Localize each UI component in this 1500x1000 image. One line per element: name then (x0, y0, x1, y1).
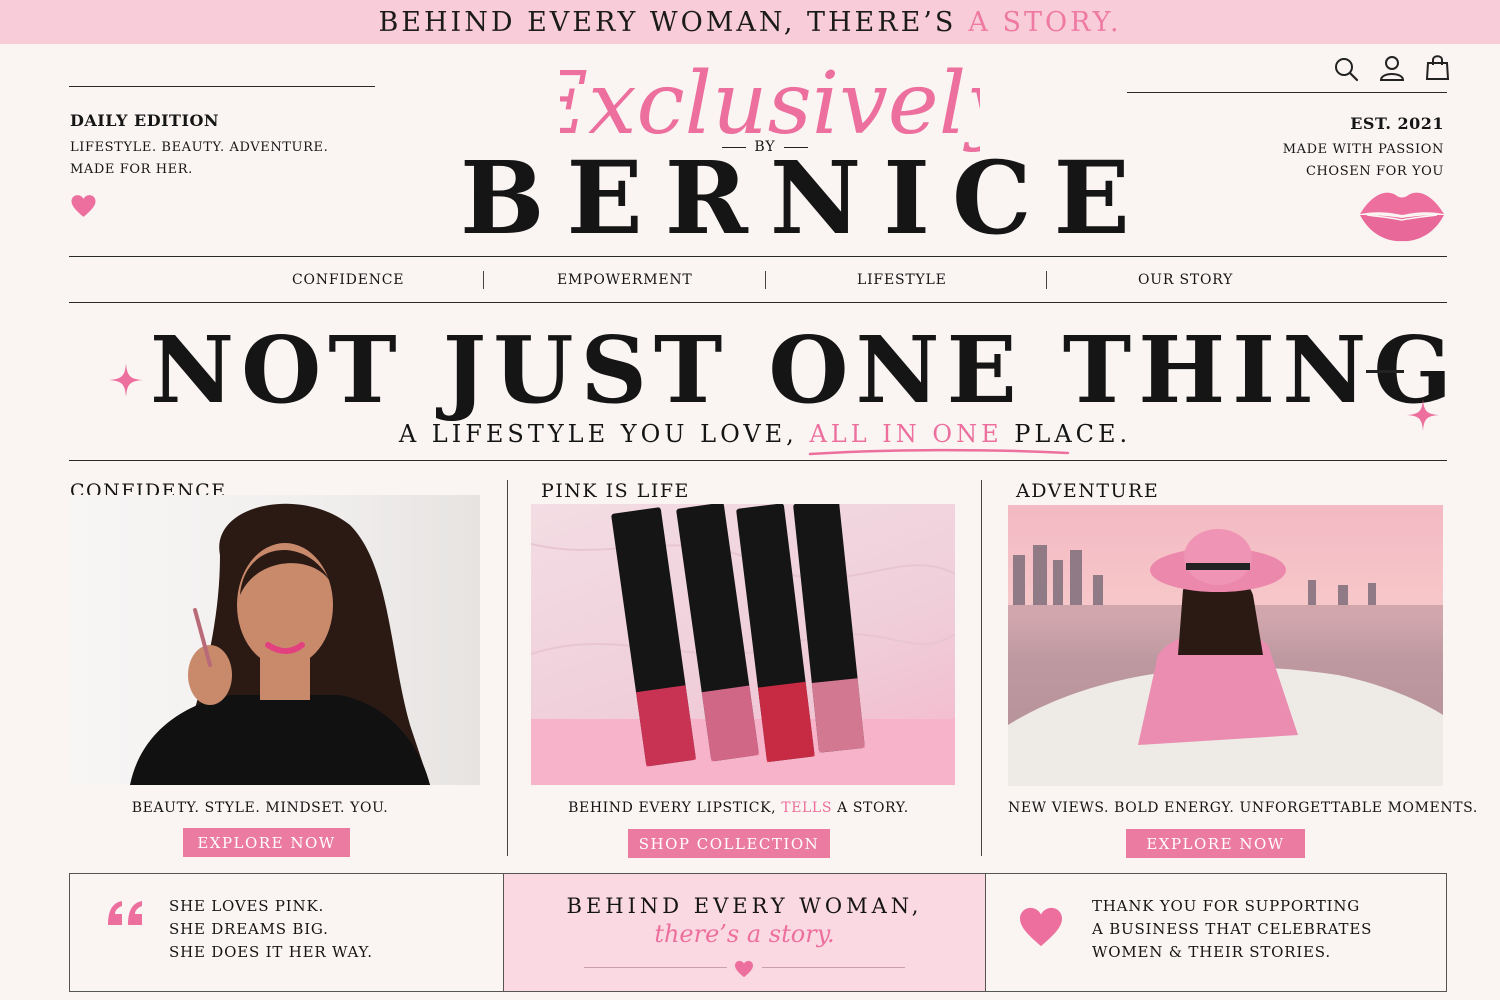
quote-line: SHE LOVES PINK. (169, 897, 325, 915)
search-icon[interactable] (1333, 56, 1359, 82)
nav-confidence[interactable]: CONFIDENCE (292, 272, 404, 288)
lipstick-collection-photo[interactable] (531, 504, 955, 785)
logo-bernice: BERNICE (460, 139, 1152, 257)
quote-line: SHE DREAMS BIG. (169, 920, 329, 938)
caption-pink-is-life: BEHIND EVERY LIPSTICK, TELLS A STORY. (531, 800, 946, 816)
top-banner: BEHIND EVERY WOMAN, THERE’S A STORY. (0, 0, 1500, 44)
column-divider (981, 480, 982, 856)
nav-separator (483, 271, 484, 289)
right-tagline-2: CHOSEN FOR YOU (1305, 164, 1444, 179)
nav-separator (765, 271, 766, 289)
footer-center-script: there’s a story. (654, 920, 835, 948)
sub-highlight: ALL IN ONE (809, 420, 1003, 448)
sub-after: PLACE. (1014, 420, 1132, 448)
lipsticks-illustration (531, 504, 955, 785)
footer-panel: SHE LOVES PINK. SHE DREAMS BIG. SHE DOES… (69, 873, 1447, 992)
daily-edition-label: DAILY EDITION (70, 111, 219, 130)
caption-after: A STORY. (837, 800, 909, 816)
quote-lines: SHE LOVES PINK. SHE DREAMS BIG. SHE DOES… (169, 895, 373, 964)
est-label: EST. 2021 (1350, 114, 1444, 133)
adventure-photo[interactable] (1008, 505, 1443, 786)
nav-bottom-rule (69, 302, 1447, 303)
hero-headline: NOT JUST ONE THING (150, 316, 1459, 424)
caption-before: BEHIND EVERY LIPSTICK, (568, 800, 777, 816)
sparkle-icon (109, 363, 143, 397)
quote-icon (108, 901, 142, 925)
footer-center-title: BEHIND EVERY WOMAN, (566, 894, 923, 918)
boat-illustration (1008, 529, 1443, 786)
nav-empowerment[interactable]: EMPOWERMENT (557, 272, 693, 288)
lips-icon (1360, 192, 1444, 242)
thanks-lines: THANK YOU FOR SUPPORTING A BUSINESS THAT… (1092, 895, 1372, 964)
headline-dash (1366, 370, 1404, 373)
left-tagline-2: MADE FOR HER. (70, 162, 193, 177)
footer-divider-right (762, 967, 905, 968)
footer-center-cell: BEHIND EVERY WOMAN, there’s a story. (503, 874, 986, 991)
heart-icon-large (1020, 907, 1062, 947)
col-title-pink-is-life: PINK IS LIFE (541, 480, 690, 502)
sub-before: A LIFESTYLE YOU LOVE, (398, 420, 798, 448)
col-title-adventure: ADVENTURE (1016, 480, 1160, 502)
footer-divider-left (584, 967, 727, 968)
thanks-line: WOMEN & THEIR STORIES. (1092, 943, 1331, 961)
small-heart-icon (735, 960, 753, 978)
user-icon[interactable] (1379, 55, 1405, 82)
shop-collection-button[interactable]: SHOP COLLECTION (628, 829, 830, 858)
thanks-line: THANK YOU FOR SUPPORTING (1092, 897, 1361, 915)
banner-text: BEHIND EVERY WOMAN, THERE’S (378, 6, 957, 38)
portrait-illustration (130, 503, 430, 785)
nav-top-rule (69, 256, 1447, 257)
sparkle-icon-right (1406, 398, 1440, 432)
nav-lifestyle[interactable]: LIFESTYLE (857, 272, 947, 288)
explore-now-button-adventure[interactable]: EXPLORE NOW (1126, 829, 1305, 858)
nav-our-story[interactable]: OUR STORY (1138, 272, 1233, 288)
banner-highlight: A STORY. (968, 6, 1122, 38)
caption-confidence: BEAUTY. STYLE. MINDSET. YOU. (131, 800, 389, 816)
heart-icon (71, 195, 96, 217)
left-top-rule (69, 86, 375, 87)
left-tagline-1: LIFESTYLE. BEAUTY. ADVENTURE. (70, 140, 329, 155)
right-top-rule (1127, 92, 1447, 93)
footer-thanks-cell: THANK YOU FOR SUPPORTING A BUSINESS THAT… (986, 874, 1447, 991)
caption-adventure: NEW VIEWS. BOLD ENERGY. UNFORGETTABLE MO… (1008, 800, 1478, 816)
right-tagline-1: MADE WITH PASSION (1282, 142, 1444, 157)
thanks-line: A BUSINESS THAT CELEBRATES (1092, 920, 1373, 938)
bag-icon[interactable] (1425, 54, 1450, 81)
nav-separator (1046, 271, 1047, 289)
hero-bottom-rule (69, 460, 1447, 461)
hero-subheadline: A LIFESTYLE YOU LOVE, ALL IN ONE PLACE. (280, 420, 1250, 448)
confidence-photo[interactable] (70, 495, 480, 785)
footer-quote-cell: SHE LOVES PINK. SHE DREAMS BIG. SHE DOES… (70, 874, 503, 991)
underline-swash (808, 448, 1070, 456)
quote-line: SHE DOES IT HER WAY. (169, 943, 373, 961)
explore-now-button[interactable]: EXPLORE NOW (183, 828, 350, 857)
column-divider (507, 480, 508, 856)
caption-highlight: TELLS (781, 800, 833, 816)
